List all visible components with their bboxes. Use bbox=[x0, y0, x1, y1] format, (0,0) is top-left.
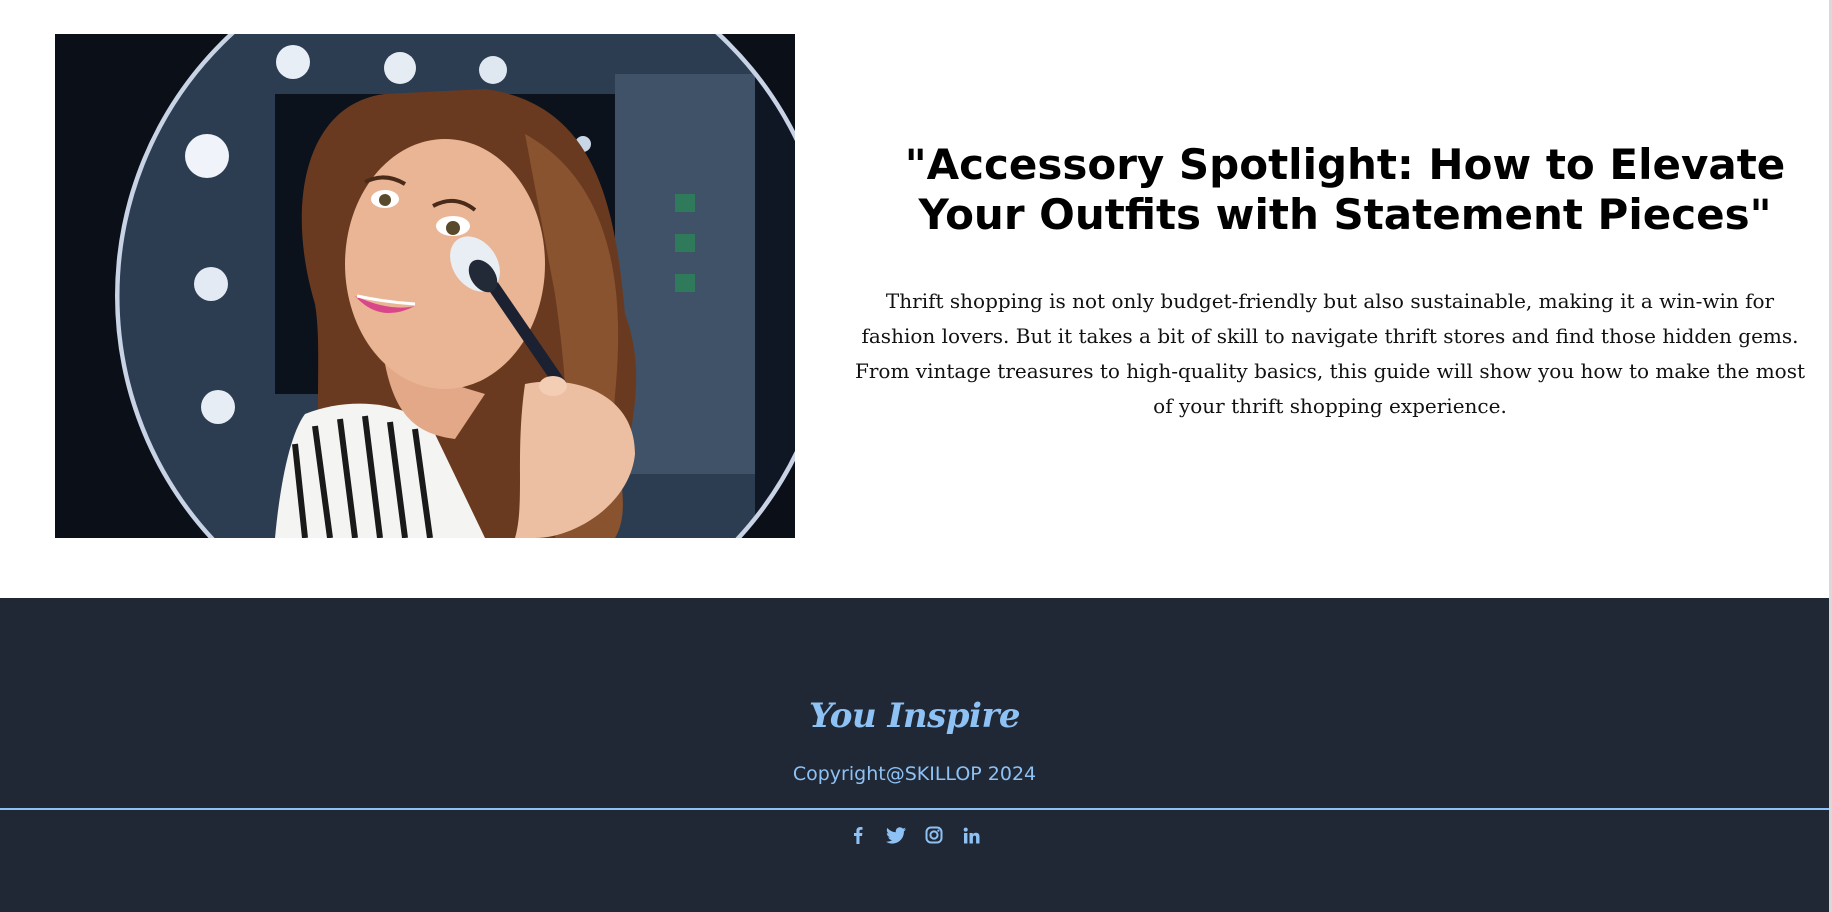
twitter-icon[interactable] bbox=[885, 824, 906, 846]
makeup-photo bbox=[55, 34, 795, 538]
site-footer: You Inspire Copyright@SKILLOP 2024 bbox=[0, 598, 1829, 912]
facebook-icon[interactable] bbox=[848, 824, 868, 846]
article-text: "Accessory Spotlight: How to Elevate You… bbox=[850, 140, 1810, 424]
linkedin-icon[interactable] bbox=[962, 824, 982, 846]
article-headline: "Accessory Spotlight: How to Elevate You… bbox=[904, 140, 1786, 239]
hero-image bbox=[55, 34, 795, 538]
footer-copyright: Copyright@SKILLOP 2024 bbox=[792, 763, 1037, 785]
instagram-icon[interactable] bbox=[924, 824, 944, 846]
page: "Accessory Spotlight: How to Elevate You… bbox=[0, 0, 1832, 912]
footer-divider bbox=[0, 808, 1829, 810]
article-intro: Thrift shopping is not only budget-frien… bbox=[854, 289, 1806, 418]
footer-brand: You Inspire bbox=[808, 696, 1021, 736]
social-links bbox=[0, 824, 1829, 846]
article-section: "Accessory Spotlight: How to Elevate You… bbox=[0, 0, 1829, 598]
